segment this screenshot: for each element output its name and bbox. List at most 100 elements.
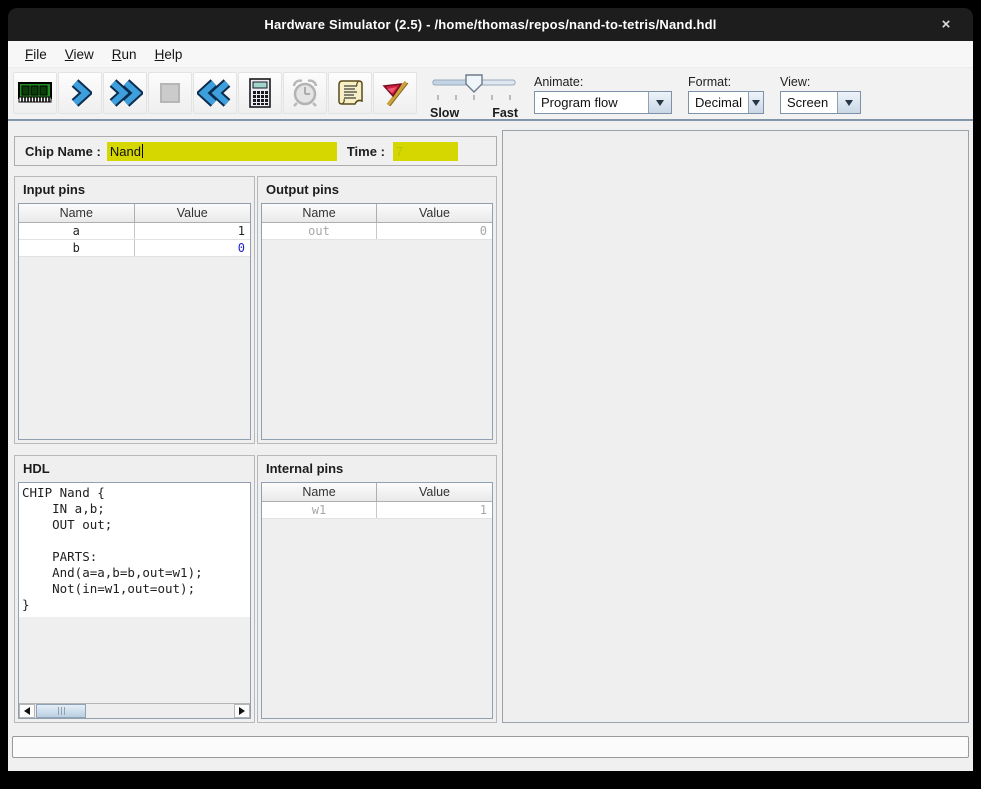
triangle-right-icon: [239, 707, 245, 715]
hdl-code-area: CHIP Nand { IN a,b; OUT out; PARTS: And(…: [19, 483, 250, 703]
pin-value[interactable]: 0: [135, 240, 251, 256]
scroll-right-button[interactable]: [234, 704, 250, 718]
hdl-panel: HDL CHIP Nand { IN a,b; OUT out; PARTS: …: [14, 455, 255, 723]
pin-name: a: [19, 223, 135, 239]
pin-name: b: [19, 240, 135, 256]
view-dropdown-button[interactable]: [837, 92, 860, 113]
output-pins-scrollpane: Name Value out0: [261, 203, 493, 440]
format-combo-block: Format: Decimal: [688, 75, 764, 114]
time-field: 7: [393, 142, 458, 161]
table-header: Name Value: [262, 204, 492, 223]
chevron-down-icon: [656, 100, 664, 106]
table-row: w11: [262, 502, 492, 519]
view-script-button[interactable]: [328, 72, 372, 114]
menu-view[interactable]: View: [56, 44, 103, 65]
view-combo-block: View: Screen: [780, 75, 861, 114]
title-bar[interactable]: Hardware Simulator (2.5) - /home/thomas/…: [8, 8, 973, 41]
internal-pins-table: Name Value w11: [262, 483, 492, 519]
clock-cycle-button: [283, 72, 327, 114]
close-icon[interactable]: ×: [937, 16, 955, 34]
app-window: File View Run Help: [8, 41, 973, 771]
hdl-horizontal-scrollbar[interactable]: [19, 703, 250, 718]
input-pins-panel: Input pins Name Value a1b0: [14, 176, 255, 444]
hdl-code: CHIP Nand { IN a,b; OUT out; PARTS: And(…: [22, 485, 247, 613]
animate-label: Animate:: [534, 75, 672, 89]
breakpoints-icon: [379, 77, 411, 109]
pin-value: 1: [377, 502, 492, 518]
table-row: b0: [19, 240, 250, 257]
format-dropdown-button[interactable]: [748, 92, 763, 113]
speed-slider-block: Slow Fast: [430, 72, 518, 120]
value-column-header: Value: [377, 204, 492, 222]
table-row: out0: [262, 223, 492, 240]
single-step-icon: [68, 78, 92, 108]
menu-bar: File View Run Help: [8, 41, 973, 68]
single-step-button[interactable]: [58, 72, 102, 114]
value-column-header: Value: [377, 483, 492, 501]
grip-line: [61, 707, 62, 715]
format-select[interactable]: Decimal: [688, 91, 764, 114]
input-pins-table: Name Value a1b0: [19, 204, 250, 257]
animate-select[interactable]: Program flow: [534, 91, 672, 114]
view-value: Screen: [781, 95, 837, 110]
name-column-header: Name: [262, 204, 377, 222]
internal-pins-scrollpane: Name Value w11: [261, 482, 493, 719]
pin-value: 0: [377, 223, 492, 239]
internal-pins-panel: Internal pins Name Value w11: [257, 455, 497, 723]
animate-dropdown-button[interactable]: [648, 92, 671, 113]
load-chip-button[interactable]: [13, 72, 57, 114]
chip-name-value: Nand: [110, 144, 141, 159]
view-script-icon: [335, 77, 365, 109]
animate-value: Program flow: [535, 95, 648, 110]
hdl-code-background: CHIP Nand { IN a,b; OUT out; PARTS: And(…: [19, 483, 250, 617]
chip-name-input[interactable]: Nand: [107, 142, 337, 161]
slider-fast-label: Fast: [492, 106, 518, 120]
output-pins-title: Output pins: [258, 177, 496, 202]
chevron-down-icon: [845, 100, 853, 106]
chip-name-label: Chip Name :: [25, 144, 101, 159]
scrollbar-thumb[interactable]: [36, 704, 86, 718]
chip-display-canvas: [502, 130, 969, 723]
text-caret: [142, 144, 143, 158]
chip-name-bar: Chip Name : Nand Time : 7: [14, 136, 497, 166]
evaluate-button[interactable]: [238, 72, 282, 114]
pin-value[interactable]: 1: [135, 223, 251, 239]
toolbar: Slow Fast Animate: Program flow Format:: [8, 68, 973, 121]
menu-help[interactable]: Help: [146, 44, 192, 65]
pin-name: out: [262, 223, 377, 239]
output-pins-panel: Output pins Name Value out0: [257, 176, 497, 444]
clock-cycle-icon: [289, 77, 321, 109]
window-frame: Hardware Simulator (2.5) - /home/thomas/…: [0, 0, 981, 789]
table-row: a1: [19, 223, 250, 240]
output-pins-table: Name Value out0: [262, 204, 492, 240]
menu-run[interactable]: Run: [103, 44, 146, 65]
view-select[interactable]: Screen: [780, 91, 861, 114]
pin-name: w1: [262, 502, 377, 518]
breakpoints-button[interactable]: [373, 72, 417, 114]
table-header: Name Value: [19, 204, 250, 223]
scroll-left-button[interactable]: [19, 704, 35, 718]
time-label: Time :: [347, 144, 385, 159]
input-pins-title: Input pins: [15, 177, 254, 202]
internal-pins-title: Internal pins: [258, 456, 496, 481]
animate-combo-block: Animate: Program flow: [534, 75, 672, 114]
view-label: View:: [780, 75, 861, 89]
load-chip-icon: [17, 79, 53, 107]
evaluate-icon: [247, 77, 273, 109]
grip-line: [64, 707, 65, 715]
menu-file[interactable]: File: [16, 44, 56, 65]
reset-button[interactable]: [193, 72, 237, 114]
format-value: Decimal: [689, 95, 748, 110]
run-button[interactable]: [103, 72, 147, 114]
speed-slider[interactable]: [430, 73, 518, 103]
grip-line: [58, 707, 59, 715]
reset-icon: [197, 78, 233, 108]
format-label: Format:: [688, 75, 764, 89]
hdl-scrollpane: CHIP Nand { IN a,b; OUT out; PARTS: And(…: [18, 482, 251, 719]
window-title: Hardware Simulator (2.5) - /home/thomas/…: [264, 17, 716, 32]
name-column-header: Name: [262, 483, 377, 501]
triangle-left-icon: [24, 707, 30, 715]
table-header: Name Value: [262, 483, 492, 502]
status-bar: [12, 736, 969, 758]
hdl-title: HDL: [15, 456, 254, 481]
